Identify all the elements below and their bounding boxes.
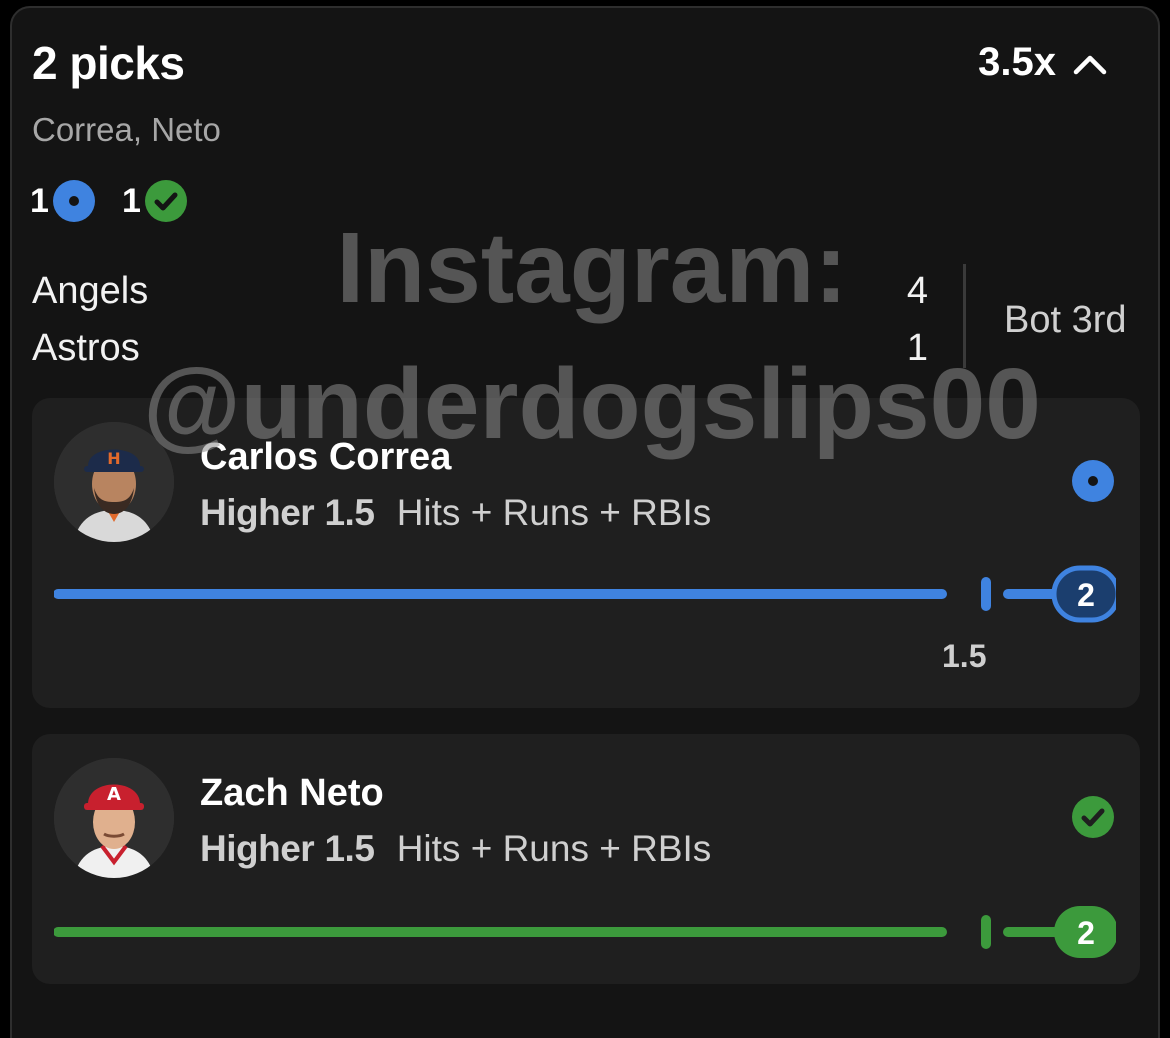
team-score-astros: 1 xyxy=(906,327,928,369)
pick-direction: Higher xyxy=(200,828,315,869)
won-count: 1 xyxy=(122,181,141,220)
pick-card-correa[interactable]: H Carlos Correa Higher 1.5 Hits + Runs +… xyxy=(32,398,1140,708)
pending-tally: 1 xyxy=(30,180,95,222)
picks-title: 2 picks xyxy=(32,37,185,89)
line-marker-label: 1.5 xyxy=(942,638,987,674)
team-name-astros: Astros xyxy=(32,327,140,369)
team-score-angels: 4 xyxy=(906,270,928,312)
pending-count: 1 xyxy=(30,181,49,220)
scoreboard-divider xyxy=(963,264,966,368)
progress-track: 2 xyxy=(54,565,1116,623)
chevron-up-icon[interactable] xyxy=(1068,44,1112,84)
player-name: Carlos Correa xyxy=(200,436,452,478)
current-value: 2 xyxy=(1077,577,1095,613)
avatar: A xyxy=(54,758,174,878)
pick-stat: Hits + Runs + RBIs xyxy=(396,828,712,869)
player-name: Zach Neto xyxy=(200,772,384,814)
pick-projection: Higher 1.5 Hits + Runs + RBIs xyxy=(200,492,711,534)
pick-line: 1.5 xyxy=(324,828,375,869)
pick-line: 1.5 xyxy=(324,492,375,533)
checkmark-icon xyxy=(1072,796,1114,838)
game-status: Bot 3rd xyxy=(1004,299,1127,341)
pending-dot-icon xyxy=(52,180,95,222)
payout-multiplier: 3.5x xyxy=(978,40,1056,84)
team-name-angels: Angels xyxy=(32,270,149,312)
progress-track: 2 xyxy=(54,906,1116,958)
svg-text:A: A xyxy=(107,784,121,805)
pick-projection: Higher 1.5 Hits + Runs + RBIs xyxy=(200,828,711,870)
avatar: H xyxy=(54,422,174,542)
checkmark-icon xyxy=(144,180,187,222)
current-value: 2 xyxy=(1077,915,1095,951)
players-subtitle: Correa, Neto xyxy=(32,111,221,148)
won-tally: 1 xyxy=(122,180,187,222)
svg-text:H: H xyxy=(107,449,120,468)
pending-dot-icon xyxy=(1072,460,1114,502)
pick-direction: Higher xyxy=(200,492,315,533)
pick-stat: Hits + Runs + RBIs xyxy=(396,492,712,533)
pick-card-neto[interactable]: A Zach Neto Higher 1.5 Hits + Runs + RBI… xyxy=(32,734,1140,984)
